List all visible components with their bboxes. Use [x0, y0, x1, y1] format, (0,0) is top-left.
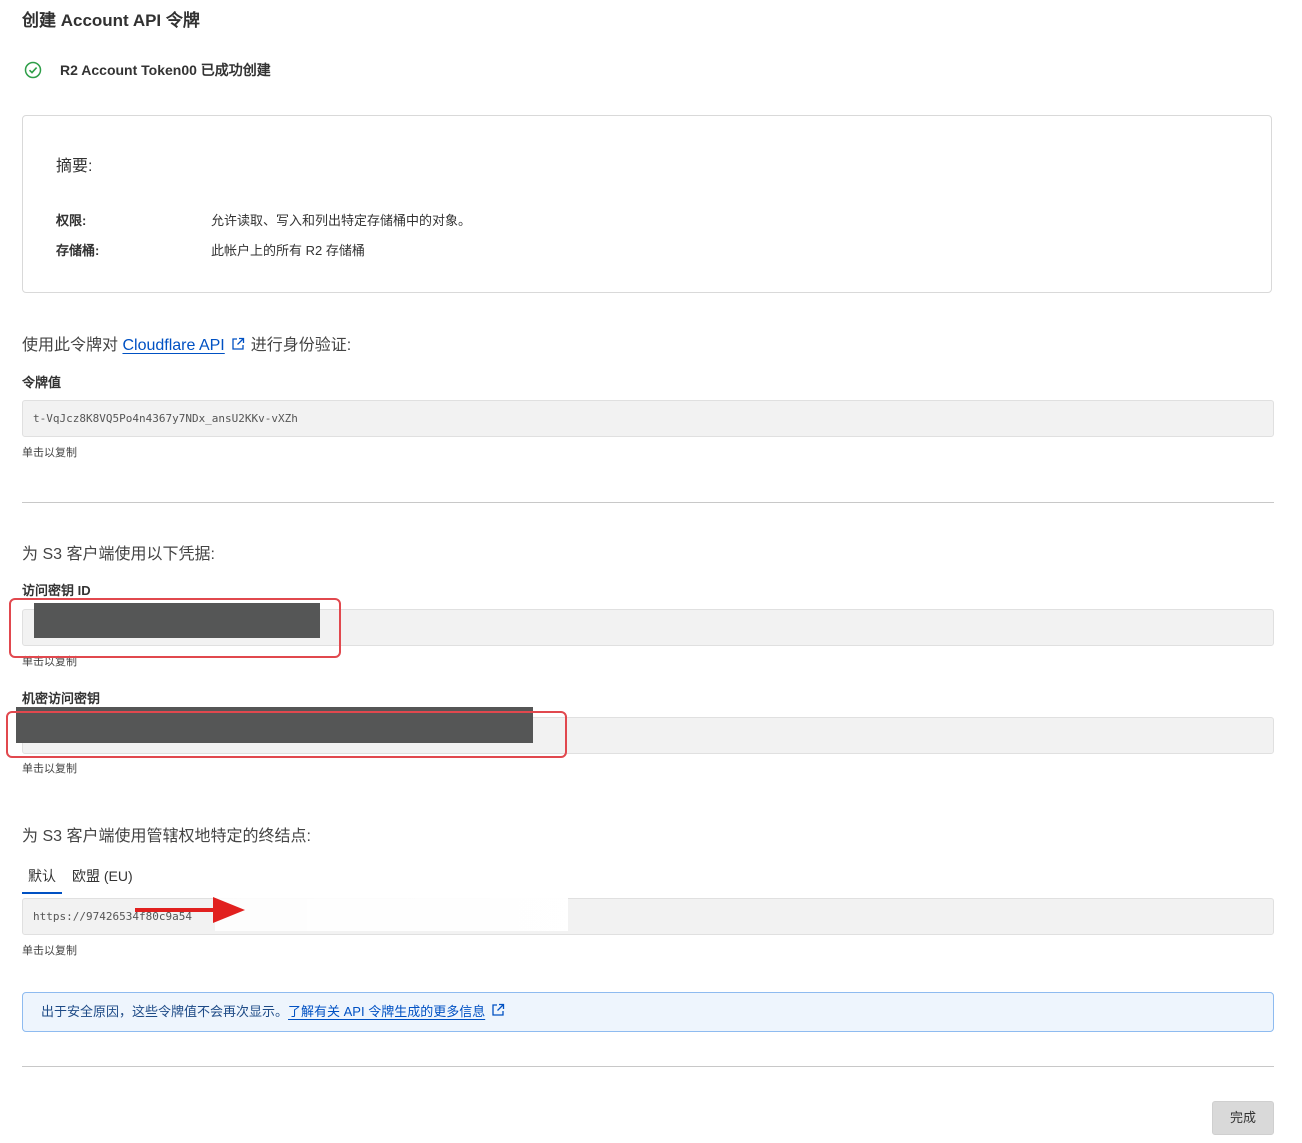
- page-title: 创建 Account API 令牌: [22, 11, 200, 30]
- summary-title: 摘要:: [56, 158, 93, 175]
- security-notice-text: 出于安全原因，这些令牌值不会再次显示。: [41, 1004, 289, 1019]
- success-message: R2 Account Token00 已成功创建: [60, 62, 271, 78]
- s3-credentials-heading: 为 S3 客户端使用以下凭据:: [22, 546, 215, 563]
- secret-key-annotation-frame: [6, 711, 567, 758]
- access-key-annotation-frame: [9, 598, 341, 658]
- tab-eu[interactable]: 欧盟 (EU): [66, 862, 139, 894]
- secret-key-copy-hint[interactable]: 单击以复制: [22, 760, 77, 776]
- endpoint-heading: 为 S3 客户端使用管辖权地特定的终结点:: [22, 828, 311, 845]
- token-copy-hint[interactable]: 单击以复制: [22, 444, 77, 460]
- success-banner: R2 Account Token00 已成功创建: [24, 60, 271, 80]
- secret-key-label: 机密访问密钥: [22, 691, 101, 706]
- token-value-label: 令牌值: [22, 375, 62, 390]
- api-auth-suffix: 进行身份验证:: [250, 337, 352, 354]
- access-key-label: 访问密钥 ID: [22, 583, 91, 598]
- api-auth-prefix: 使用此令牌对: [22, 337, 119, 354]
- security-notice: 出于安全原因，这些令牌值不会再次显示。了解有关 API 令牌生成的更多信息: [22, 992, 1274, 1032]
- cloudflare-api-link[interactable]: Cloudflare API: [122, 337, 224, 354]
- endpoint-blur-redaction: [215, 897, 568, 931]
- api-auth-heading: 使用此令牌对 Cloudflare API 进行身份验证:: [22, 331, 351, 355]
- jurisdiction-tabs: 默认 欧盟 (EU): [22, 862, 143, 894]
- summary-card: [22, 115, 1272, 293]
- section-divider: [22, 502, 1274, 503]
- footer-divider: [22, 1066, 1274, 1067]
- permission-value: 允许读取、写入和列出特定存储桶中的对象。: [211, 213, 472, 228]
- external-link-icon[interactable]: [491, 1003, 505, 1017]
- tab-default[interactable]: 默认: [22, 862, 62, 894]
- bucket-value: 此帐户上的所有 R2 存储桶: [211, 243, 365, 258]
- done-button[interactable]: 完成: [1212, 1101, 1274, 1135]
- external-link-icon[interactable]: [231, 337, 245, 351]
- red-arrow-annotation: [135, 897, 245, 923]
- bucket-label: 存储桶:: [56, 243, 100, 258]
- permission-label: 权限:: [56, 213, 87, 228]
- check-circle-icon: [24, 61, 42, 79]
- endpoint-copy-hint[interactable]: 单击以复制: [22, 942, 77, 958]
- learn-more-link[interactable]: 了解有关 API 令牌生成的更多信息: [288, 1004, 485, 1019]
- token-value-field[interactable]: t-VqJcz8K8VQ5Po4n4367y7NDx_ansU2KKv-vXZh: [22, 400, 1274, 437]
